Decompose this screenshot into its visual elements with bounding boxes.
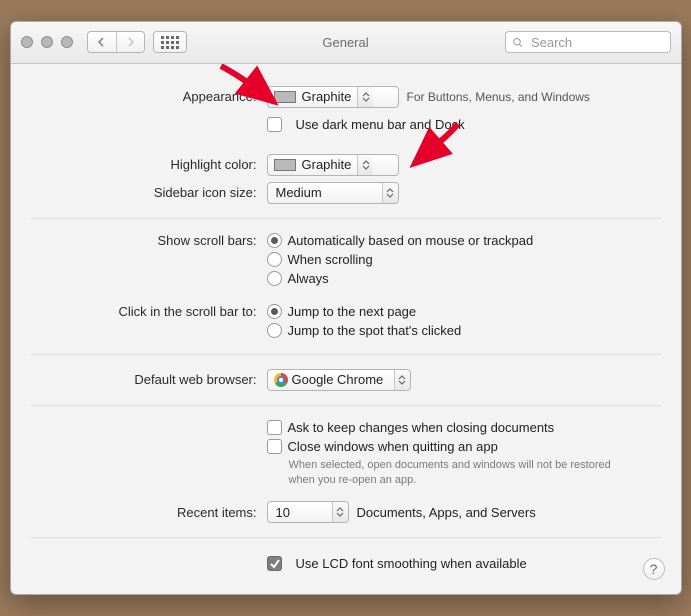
window-controls (21, 36, 73, 48)
close-windows-label: Close windows when quitting an app (288, 439, 498, 454)
recent-items-select[interactable]: 10 (267, 501, 349, 523)
appearance-label: Appearance: (31, 89, 267, 104)
scrollbar-click-radio-spot[interactable] (267, 323, 282, 338)
recent-items-note: Documents, Apps, and Servers (357, 505, 536, 520)
separator (31, 405, 661, 406)
chrome-icon (274, 373, 288, 387)
highlight-label: Highlight color: (31, 157, 267, 172)
scrollbar-click-option: Jump to the next page (288, 304, 417, 319)
ask-changes-label: Ask to keep changes when closing documen… (288, 420, 555, 435)
sidebar-size-label: Sidebar icon size: (31, 185, 267, 200)
scrollbar-click-option: Jump to the spot that's clicked (288, 323, 462, 338)
appearance-note: For Buttons, Menus, and Windows (407, 90, 590, 104)
default-browser-label: Default web browser: (31, 372, 267, 387)
close-window-button[interactable] (21, 36, 33, 48)
default-browser-select[interactable]: Google Chrome (267, 369, 411, 391)
scrollbars-radio-scrolling[interactable] (267, 252, 282, 267)
chevron-updown-icon (357, 87, 373, 107)
dark-menu-checkbox[interactable] (267, 117, 282, 132)
close-windows-hint: When selected, open documents and window… (289, 458, 629, 488)
chevron-updown-icon (357, 155, 373, 175)
forward-button[interactable] (116, 32, 144, 52)
separator (31, 218, 661, 219)
highlight-select[interactable]: Graphite (267, 154, 399, 176)
scrollbars-option: Always (288, 271, 329, 286)
zoom-window-button[interactable] (61, 36, 73, 48)
search-icon (512, 36, 523, 49)
pane-body: Appearance: Graphite For Buttons, Menus,… (11, 64, 681, 595)
recent-items-value: 10 (274, 505, 296, 520)
scrollbars-option: Automatically based on mouse or trackpad (288, 233, 534, 248)
nav-back-forward (87, 31, 145, 53)
appearance-swatch (274, 91, 296, 103)
highlight-swatch (274, 159, 296, 171)
search-input[interactable] (529, 34, 664, 51)
scrollbars-radio-auto[interactable] (267, 233, 282, 248)
show-all-button[interactable] (153, 31, 187, 53)
scrollbar-click-label: Click in the scroll bar to: (31, 302, 267, 319)
sidebar-size-select[interactable]: Medium (267, 182, 399, 204)
lcd-smoothing-label: Use LCD font smoothing when available (296, 556, 527, 571)
grid-icon (161, 36, 179, 49)
titlebar: General (11, 22, 681, 64)
highlight-value: Graphite (302, 157, 358, 172)
search-field[interactable] (505, 31, 671, 53)
back-button[interactable] (88, 32, 116, 52)
chevron-updown-icon (332, 502, 348, 522)
close-windows-checkbox[interactable] (267, 439, 282, 454)
chevron-updown-icon (394, 370, 410, 390)
minimize-window-button[interactable] (41, 36, 53, 48)
default-browser-value: Google Chrome (292, 372, 390, 387)
scrollbar-click-radio-page[interactable] (267, 304, 282, 319)
recent-items-label: Recent items: (31, 505, 267, 520)
separator (31, 537, 661, 538)
sidebar-size-value: Medium (274, 185, 328, 200)
help-button[interactable]: ? (643, 558, 665, 580)
appearance-select[interactable]: Graphite (267, 86, 399, 108)
chevron-updown-icon (382, 183, 398, 203)
ask-changes-checkbox[interactable] (267, 420, 282, 435)
lcd-smoothing-checkbox[interactable] (267, 556, 282, 571)
appearance-value: Graphite (302, 89, 358, 104)
scrollbars-option: When scrolling (288, 252, 373, 267)
scrollbars-radio-always[interactable] (267, 271, 282, 286)
separator (31, 354, 661, 355)
preferences-window: General Appearance: Graphite (10, 21, 682, 596)
scrollbars-label: Show scroll bars: (31, 231, 267, 248)
dark-menu-label: Use dark menu bar and Dock (296, 117, 465, 132)
